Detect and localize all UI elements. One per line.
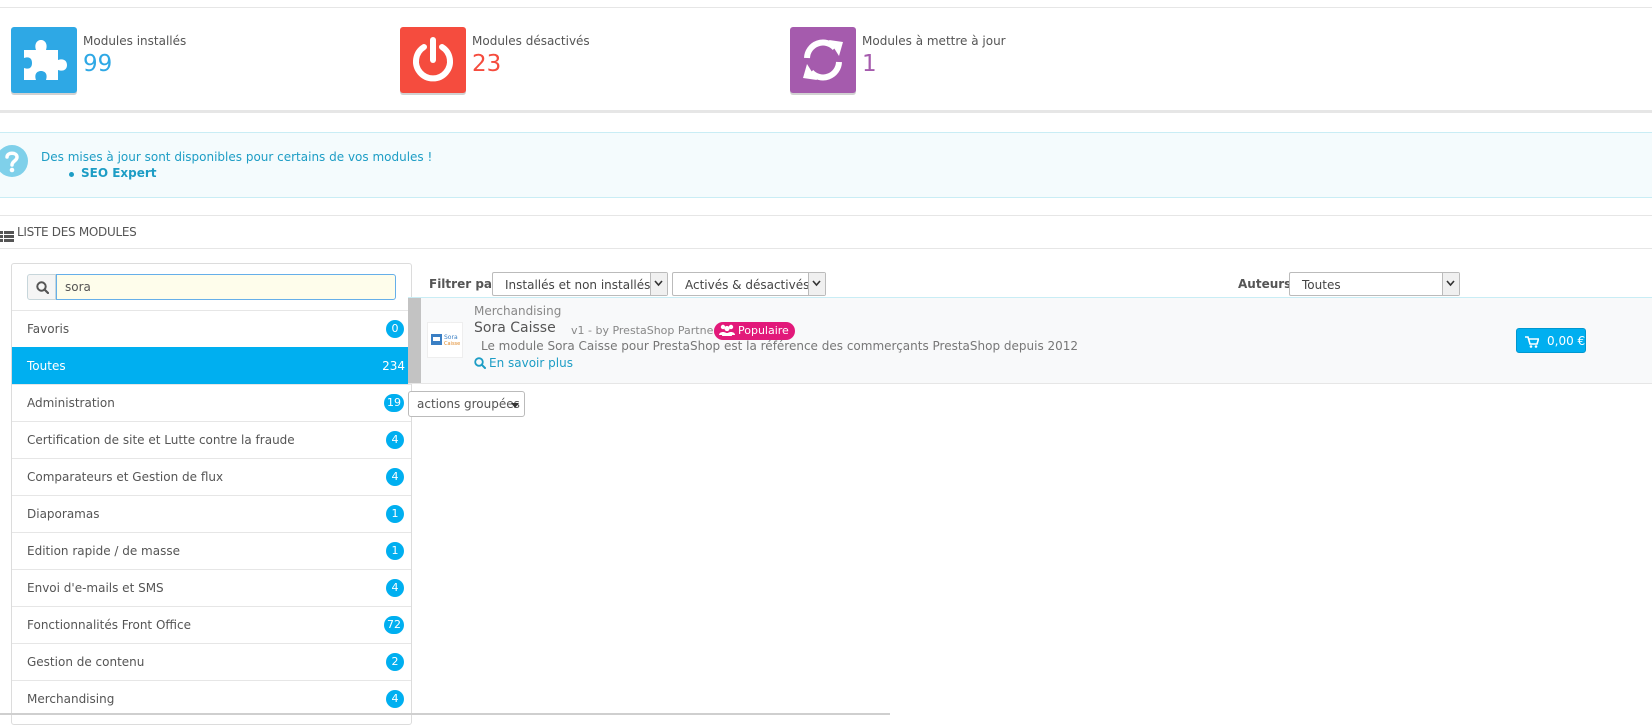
kpi-installed-label: Modules installés bbox=[83, 34, 187, 48]
category-item[interactable]: Envoi d'e-mails et SMS 4 bbox=[12, 569, 411, 606]
category-item[interactable]: Merchandising 4 bbox=[12, 680, 411, 717]
category-count-badge: 4 bbox=[386, 468, 404, 486]
category-item[interactable]: Comparateurs et Gestion de flux 4 bbox=[12, 458, 411, 495]
category-label: Fonctionnalités Front Office bbox=[27, 618, 191, 632]
category-label: Diaporamas bbox=[27, 507, 100, 521]
list-icon bbox=[0, 227, 14, 246]
bulk-actions-button[interactable]: actions groupées bbox=[408, 391, 525, 417]
kpi-to-update-value: 1 bbox=[862, 51, 877, 77]
category-list: Favoris 0 Toutes 234 Administration 19 Certifi… bbox=[12, 310, 411, 717]
kpi-to-update-label: Modules à mettre à jour bbox=[862, 34, 1006, 48]
chevron-down-icon bbox=[650, 273, 667, 295]
authors-value: Toutes bbox=[1302, 278, 1341, 292]
kpi-installed-value: 99 bbox=[83, 51, 113, 77]
module-list-header: LISTE DES MODULES bbox=[0, 215, 1652, 249]
chevron-down-icon bbox=[1442, 273, 1459, 295]
category-item[interactable]: Administration 19 bbox=[12, 384, 411, 421]
category-count-badge: 1 bbox=[386, 505, 404, 523]
category-label: Certification de site et Lutte contre la… bbox=[27, 433, 295, 447]
users-icon bbox=[719, 324, 735, 336]
category-item[interactable]: Favoris 0 bbox=[12, 310, 411, 347]
alert-module-link[interactable]: SEO Expert bbox=[81, 166, 157, 180]
category-count-badge: 4 bbox=[386, 690, 404, 708]
category-label: Gestion de contenu bbox=[27, 655, 145, 669]
category-item[interactable]: Gestion de contenu 2 bbox=[12, 643, 411, 680]
category-label: Merchandising bbox=[27, 692, 115, 706]
category-count-badge: 4 bbox=[386, 579, 404, 597]
alert-title: Des mises à jour sont disponibles pour c… bbox=[41, 150, 433, 164]
authors-select[interactable]: Toutes bbox=[1289, 272, 1460, 296]
category-label: Administration bbox=[27, 396, 115, 410]
popular-badge-label: Populaire bbox=[738, 324, 789, 337]
active-status-value: Activés & désactivés bbox=[685, 278, 810, 292]
update-alert: Des mises à jour sont disponibles pour c… bbox=[0, 132, 1652, 198]
power-icon bbox=[400, 27, 466, 93]
buy-button[interactable]: 0,00 € bbox=[1516, 328, 1586, 353]
bulk-actions-label: actions groupées bbox=[417, 397, 520, 411]
category-count-badge: 72 bbox=[384, 616, 404, 634]
price-label: 0,00 € bbox=[1547, 334, 1586, 348]
module-select-checkbox[interactable] bbox=[408, 298, 421, 383]
module-category: Merchandising bbox=[474, 304, 562, 318]
question-circle-icon bbox=[0, 143, 30, 183]
learn-more-label: En savoir plus bbox=[489, 356, 573, 370]
search-icon bbox=[474, 357, 486, 369]
search-input[interactable] bbox=[56, 274, 396, 300]
module-row: Sora Caisse Merchandising Sora Caisse v1… bbox=[408, 297, 1652, 384]
kpi-panel: Modules installés 99 Modules désactivés … bbox=[0, 7, 1652, 113]
category-item[interactable]: Diaporamas 1 bbox=[12, 495, 411, 532]
kpi-disabled-value: 23 bbox=[472, 51, 502, 77]
shopping-cart-icon bbox=[1525, 336, 1539, 348]
category-item[interactable]: Fonctionnalités Front Office 72 bbox=[12, 606, 411, 643]
module-description: Le module Sora Caisse pour PrestaShop es… bbox=[481, 339, 1079, 353]
active-status-select[interactable]: Activés & désactivés bbox=[672, 272, 826, 296]
category-panel: Favoris 0 Toutes 234 Administration 19 Certifi… bbox=[11, 263, 412, 725]
learn-more-link[interactable]: En savoir plus bbox=[474, 356, 573, 370]
category-count-badge: 0 bbox=[386, 320, 404, 338]
filter-by-label: Filtrer par bbox=[429, 277, 498, 291]
authors-label: Auteurs bbox=[1238, 277, 1292, 291]
chevron-down-icon bbox=[808, 273, 825, 295]
category-count-badge: 4 bbox=[386, 431, 404, 449]
popular-badge: Populaire bbox=[714, 322, 795, 340]
module-version-author: v1 - by PrestaShop Partners - bbox=[571, 324, 732, 337]
category-item[interactable]: Edition rapide / de masse 1 bbox=[12, 532, 411, 569]
category-search bbox=[27, 274, 396, 300]
category-count-badge: 2 bbox=[386, 653, 404, 671]
svg-text:Sora: Sora bbox=[444, 334, 458, 341]
bullet-icon bbox=[69, 172, 74, 177]
category-count-badge: 1 bbox=[386, 542, 404, 560]
category-label: Favoris bbox=[27, 322, 70, 336]
puzzle-icon bbox=[11, 27, 77, 93]
category-label: Envoi d'e-mails et SMS bbox=[27, 581, 164, 595]
module-name: Sora Caisse bbox=[474, 320, 556, 336]
category-label: Comparateurs et Gestion de flux bbox=[27, 470, 224, 484]
category-count-badge: 234 bbox=[382, 359, 405, 373]
category-item[interactable]: Toutes 234 bbox=[12, 347, 411, 384]
bottom-scrollbar[interactable] bbox=[0, 713, 890, 715]
category-label: Toutes bbox=[27, 359, 66, 373]
refresh-icon bbox=[790, 27, 856, 93]
kpi-disabled-label: Modules désactivés bbox=[472, 34, 590, 48]
category-count-badge: 19 bbox=[384, 394, 404, 412]
category-label: Edition rapide / de masse bbox=[27, 544, 180, 558]
svg-text:Caisse: Caisse bbox=[444, 341, 460, 347]
module-logo: Sora Caisse bbox=[427, 322, 463, 358]
install-status-value: Installés et non installés bbox=[505, 278, 651, 292]
caret-down-icon bbox=[511, 403, 519, 408]
category-item[interactable]: Certification de site et Lutte contre la… bbox=[12, 421, 411, 458]
search-icon[interactable] bbox=[27, 274, 56, 300]
install-status-select[interactable]: Installés et non installés bbox=[492, 272, 668, 296]
section-title: LISTE DES MODULES bbox=[17, 225, 137, 239]
